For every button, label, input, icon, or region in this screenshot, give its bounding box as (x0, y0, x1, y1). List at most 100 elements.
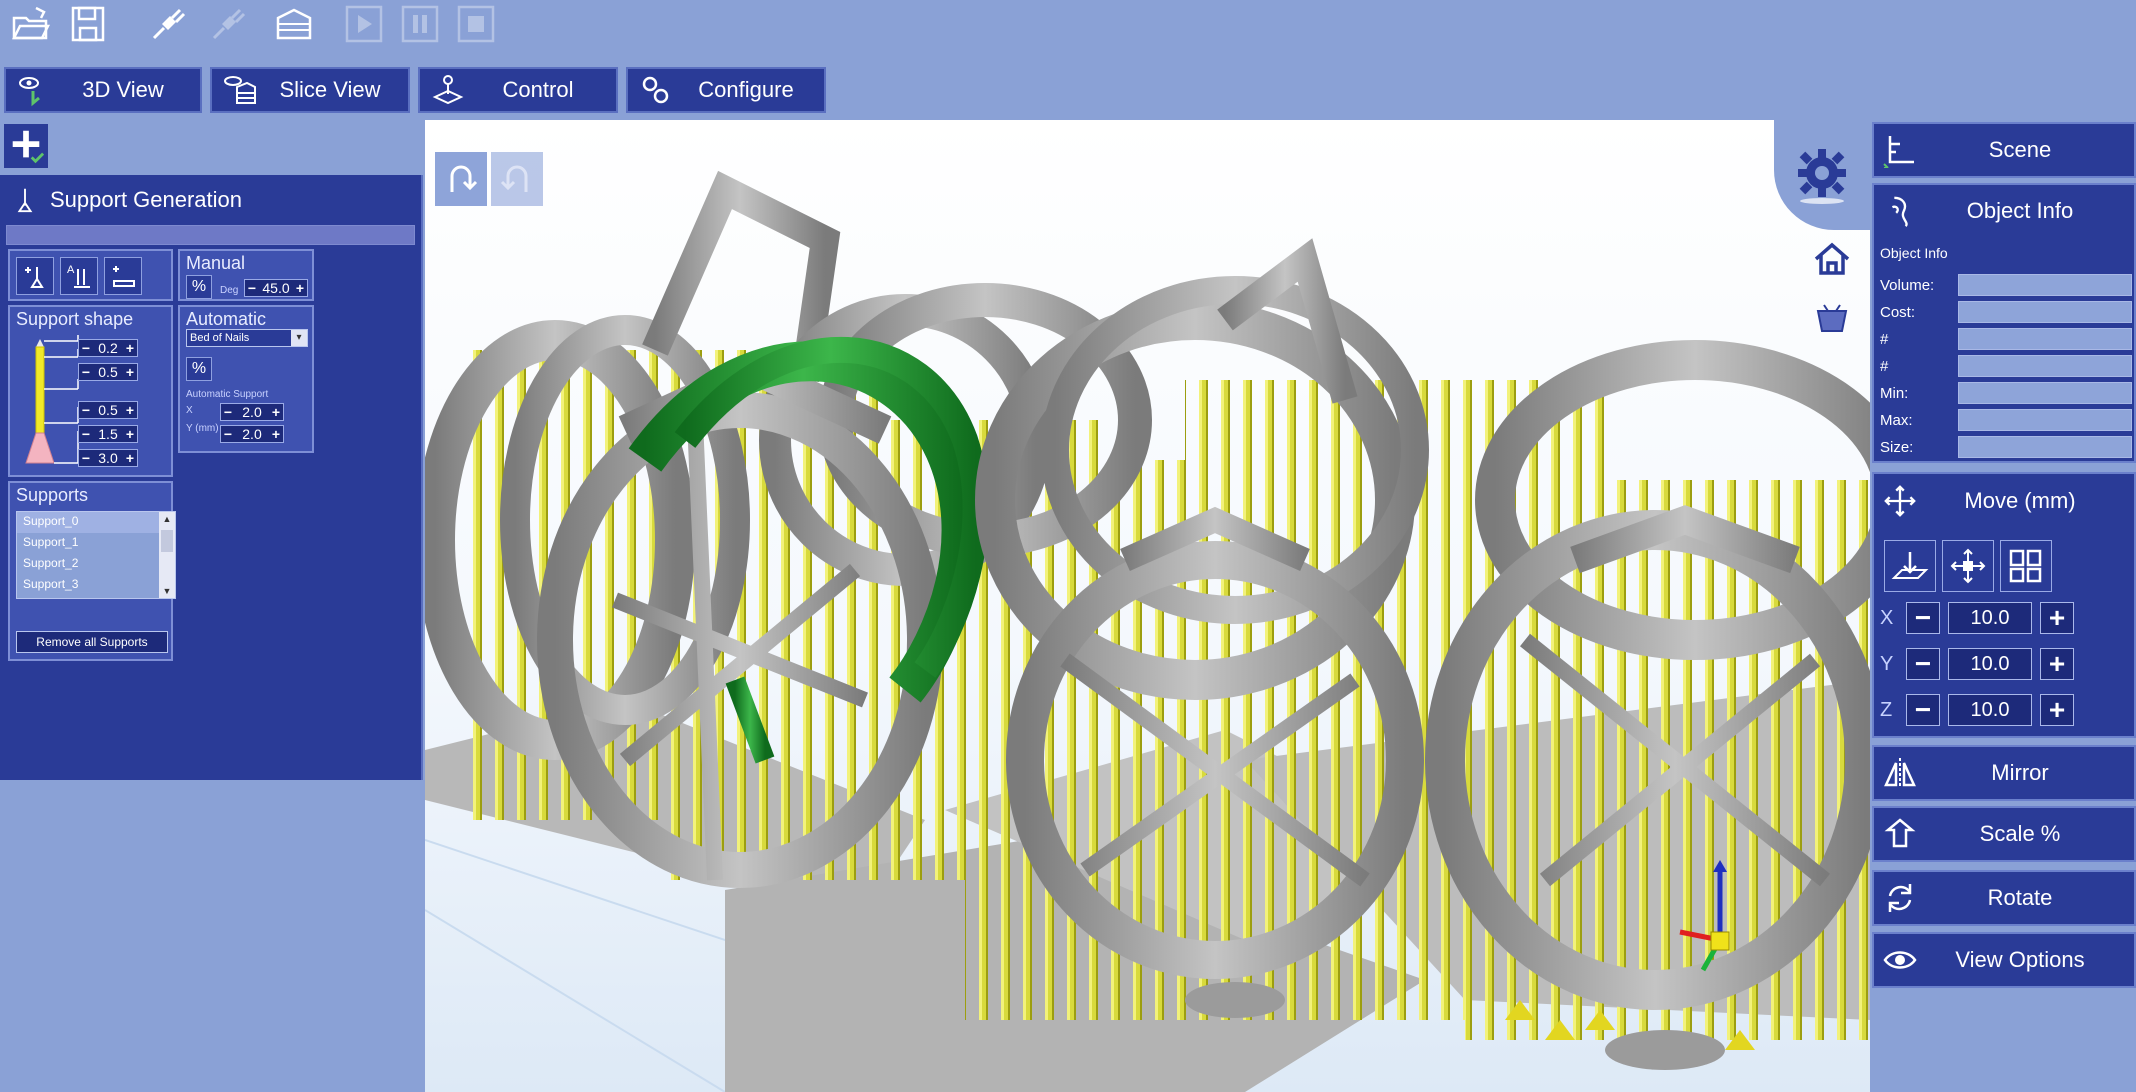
undo-button[interactable] (435, 152, 487, 206)
drop-to-bed-icon (1891, 552, 1929, 579)
support-base-icon (113, 266, 135, 287)
object-info-subtitle: Object Info (1880, 245, 1948, 261)
z-value-field[interactable]: 10.0 (1948, 694, 2032, 726)
automatic-box: Automatic Bed of Nails ▾ % Automatic Sup… (178, 305, 314, 453)
auto-mode-select[interactable]: Bed of Nails ▾ (186, 329, 308, 347)
shape-spinner-2[interactable]: −0.5 + (78, 401, 138, 419)
supports-title: Supports (16, 485, 89, 505)
joystick-icon (426, 69, 470, 111)
scroll-up-icon[interactable]: ▲ (159, 512, 175, 526)
add-support-button[interactable] (16, 257, 54, 295)
x-increment-button[interactable]: + (2040, 602, 2074, 634)
shape-spinner-3[interactable]: −1.5 + (78, 425, 138, 443)
home-view-button[interactable] (1807, 234, 1857, 284)
eye-icon (1874, 942, 1926, 978)
z-increment-button[interactable]: + (2040, 694, 2074, 726)
y-increment-button[interactable]: + (2040, 648, 2074, 680)
chevron-down-icon: ▾ (291, 330, 307, 346)
basket-icon (1816, 304, 1848, 332)
scene-button[interactable]: Scene (1872, 122, 2136, 178)
remove-all-supports-button[interactable]: Remove all Supports (16, 631, 168, 653)
z-decrement-button[interactable]: − (1906, 694, 1940, 726)
tab-label: 3D View (82, 77, 164, 102)
scroll-thumb[interactable] (161, 530, 173, 552)
view-options-button[interactable]: View Options (1872, 932, 2136, 988)
support-base-button[interactable] (104, 257, 142, 295)
tab-slice-view[interactable]: Slice View (210, 67, 410, 113)
arrange-button[interactable] (2000, 540, 2052, 592)
basket-view-button[interactable] (1807, 292, 1857, 342)
info-row-volume: Volume: (1880, 273, 2132, 297)
deg-spinner[interactable]: −45.0 + (244, 279, 308, 297)
center-object-button[interactable] (1942, 540, 1994, 592)
object-info-title: Object Info (1966, 198, 2074, 223)
list-item[interactable]: Support_0 (17, 512, 175, 533)
drop-to-bed-button[interactable] (1884, 540, 1936, 592)
3d-viewport[interactable] (425, 120, 1870, 1092)
add-model-button[interactable] (4, 124, 48, 168)
stop-icon[interactable] (454, 2, 498, 46)
mirror-button[interactable]: Mirror (1872, 745, 2136, 801)
x-decrement-button[interactable]: − (1906, 602, 1940, 634)
support-icon (0, 186, 50, 214)
info-value (1958, 301, 2132, 323)
x-value-field[interactable]: 10.0 (1948, 602, 2032, 634)
pause-icon[interactable] (398, 2, 442, 46)
list-scrollbar[interactable]: ▲ ▼ (159, 512, 175, 598)
auto-support-button[interactable]: A (60, 257, 98, 295)
scale-button[interactable]: Scale % (1872, 806, 2136, 862)
scroll-down-icon[interactable]: ▼ (159, 584, 175, 598)
scale-label: Scale % (1979, 821, 2061, 846)
shape-spinner-0[interactable]: −0.2 + (78, 339, 138, 357)
auto-support-label: Automatic Support (186, 389, 269, 400)
open-folder-icon[interactable] (8, 2, 52, 46)
shape-spinner-1[interactable]: −0.5 + (78, 363, 138, 381)
save-icon[interactable] (66, 2, 110, 46)
move-header[interactable]: Move (mm) (1874, 474, 2134, 528)
tab-3d-view[interactable]: 3D View (4, 67, 202, 113)
disconnect-icon[interactable] (206, 2, 250, 46)
auto-support-icon: A (67, 264, 90, 288)
auto-percent-button[interactable]: % (186, 357, 212, 381)
y-decrement-button[interactable]: − (1906, 648, 1940, 680)
info-value (1958, 382, 2132, 404)
manual-percent-button[interactable]: % (186, 275, 212, 299)
tab-configure[interactable]: Configure (626, 67, 826, 113)
scene-label: Scene (1988, 137, 2052, 162)
list-item[interactable]: Support_3 (17, 575, 175, 596)
info-value (1958, 328, 2132, 350)
list-item[interactable]: Support_2 (17, 554, 175, 575)
support-shape-box: Support shape −0.2 + −0.5 + −0.5 + −1.5 + −3… (8, 305, 173, 477)
y-value-field[interactable]: 10.0 (1948, 648, 2032, 680)
auto-y-spinner[interactable]: −2.0 + (220, 425, 284, 443)
percent-icon: % (191, 360, 207, 377)
slice-icon (218, 69, 262, 111)
main-toolbar (0, 0, 560, 48)
mirror-label: Mirror (1991, 760, 2049, 785)
move-z-row: Z − 10.0 + (1880, 692, 2074, 728)
list-item[interactable]: Support_1 (17, 533, 175, 554)
support-tools: A (8, 249, 173, 301)
supports-box: Supports Support_0 Support_1 Support_2 S… (8, 481, 176, 661)
play-icon[interactable] (342, 2, 386, 46)
redo-button[interactable] (491, 152, 543, 206)
connect-icon[interactable] (146, 2, 190, 46)
deg-label: Deg (220, 285, 239, 296)
slice-layers-icon[interactable] (272, 2, 316, 46)
auto-x-spinner[interactable]: −2.0 + (220, 403, 284, 421)
tab-control[interactable]: Control (418, 67, 618, 113)
object-icon (1874, 194, 1926, 228)
add-support-icon (25, 267, 44, 288)
rotate-button[interactable]: Rotate (1872, 870, 2136, 926)
gear-icon (1798, 149, 1846, 204)
object-info-panel: Object Info Object Info Volume: Cost: # … (1872, 183, 2136, 463)
info-row-min: Min: (1880, 381, 2132, 405)
manual-title: Manual (186, 253, 246, 273)
undo-icon (450, 165, 478, 192)
center-icon (1950, 548, 1986, 584)
svg-text:A: A (67, 264, 75, 276)
shape-spinner-4[interactable]: −3.0 + (78, 449, 138, 467)
supports-list[interactable]: Support_0 Support_1 Support_2 Support_3 … (16, 511, 176, 599)
plus-icon (12, 130, 45, 164)
info-row-count-1: # (1880, 327, 2132, 351)
